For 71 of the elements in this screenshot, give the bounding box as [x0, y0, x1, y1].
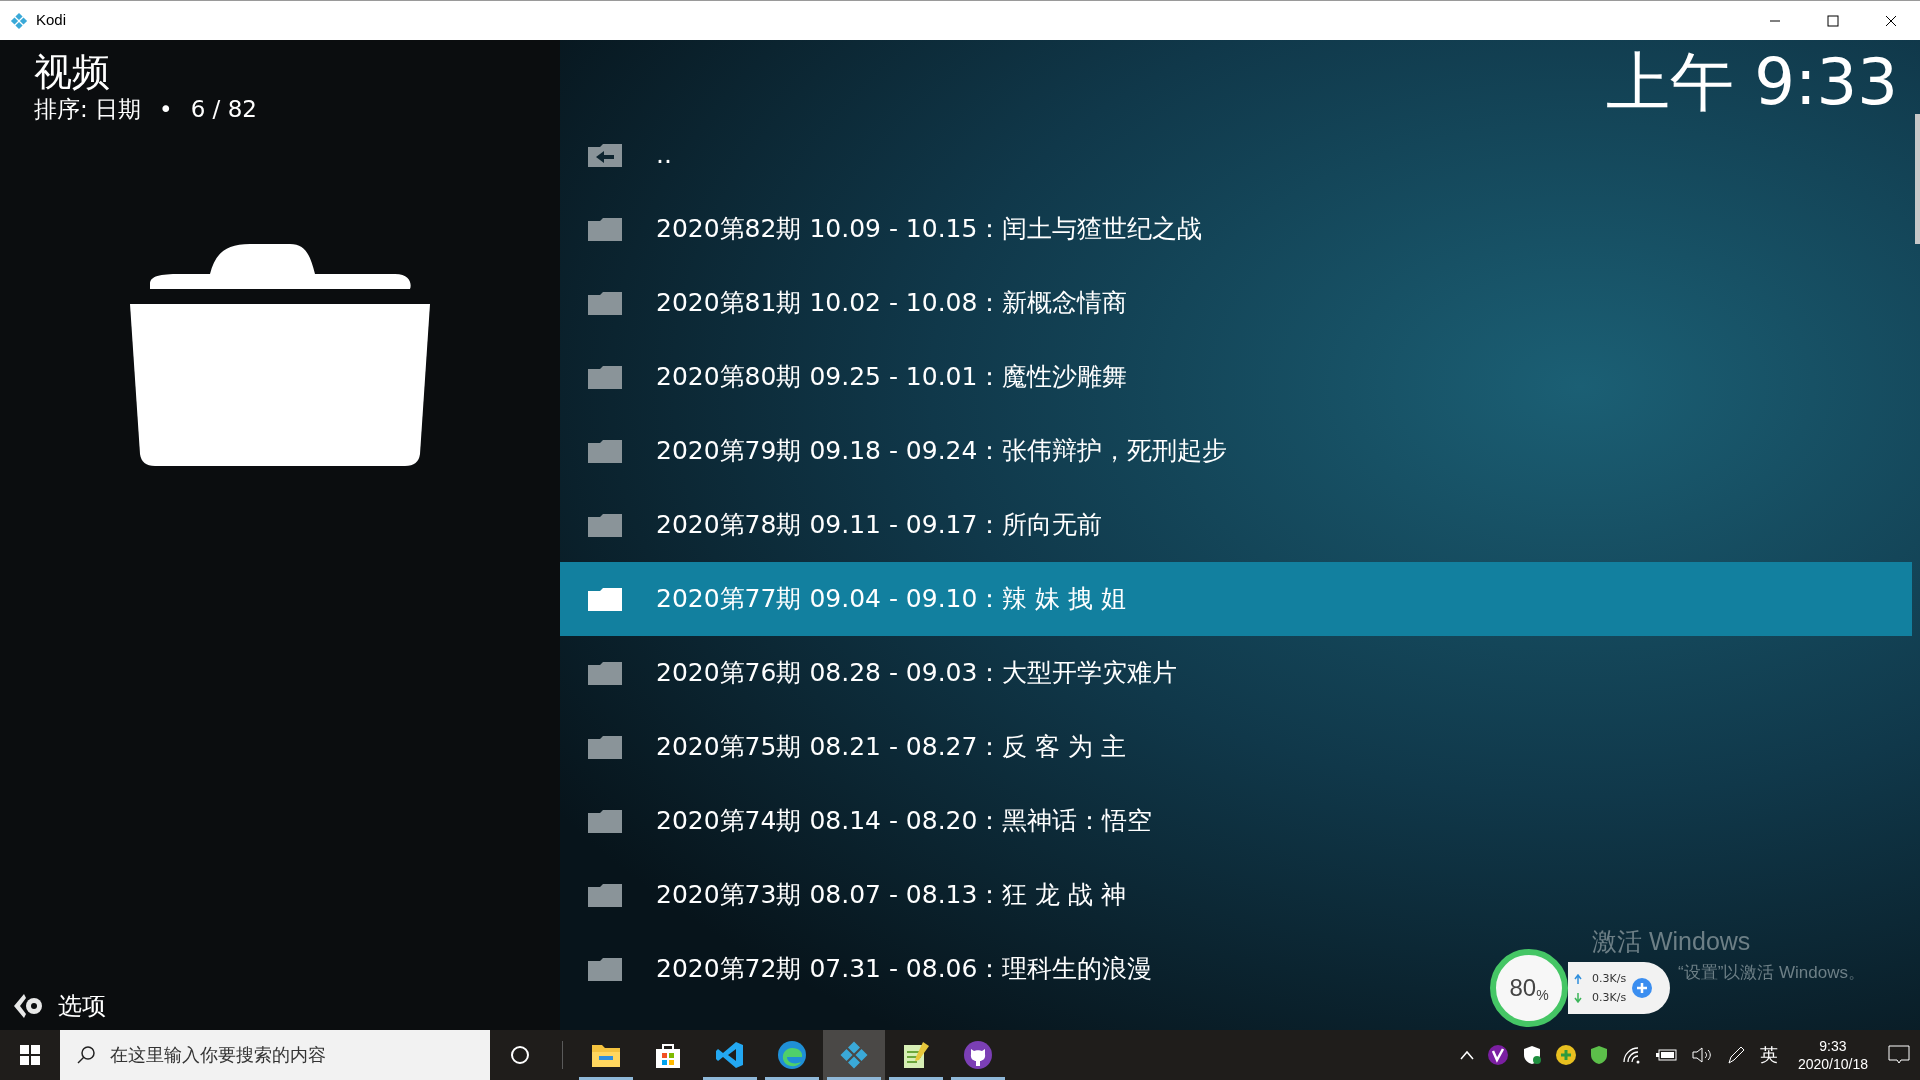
maximize-icon	[1827, 14, 1839, 27]
windows-icon	[20, 1045, 40, 1065]
speaker-icon[interactable]	[1691, 1046, 1712, 1064]
shield-icon[interactable]	[1589, 1045, 1608, 1065]
notepad-icon	[901, 1040, 931, 1070]
back-folder-icon	[586, 141, 624, 169]
scrollbar[interactable]	[1915, 114, 1920, 244]
activation-subtitle: “设置”以激活 Windows。	[1678, 962, 1865, 984]
plus-icon[interactable]	[1632, 978, 1653, 998]
list-item[interactable]: 2020第74期 08.14 - 08.20：黑神话：悟空	[560, 784, 1163, 858]
folder-icon	[586, 289, 624, 317]
upload-arrow-icon	[1574, 973, 1582, 984]
taskbar-date: 2020/10/18	[1797, 1055, 1868, 1073]
code-editor-icon	[715, 1040, 745, 1070]
kodi-icon	[839, 1040, 869, 1070]
folder-icon	[591, 1042, 621, 1068]
search-field[interactable]: 在这里输入你要搜索的内容	[60, 1030, 490, 1080]
download-speed: 0.3K/s	[1592, 990, 1627, 1006]
folder-icon	[586, 733, 624, 761]
search-icon	[76, 1045, 96, 1065]
list-item[interactable]: 2020第80期 09.25 - 10.01：魔性沙雕舞	[560, 340, 1138, 414]
folder-icon	[586, 955, 624, 983]
list-item[interactable]: 2020第73期 08.07 - 08.13：狂 龙 战 神	[560, 858, 1137, 932]
list-item[interactable]: 2020第75期 08.21 - 08.27：反 客 为 主	[560, 710, 1137, 784]
circle-icon	[510, 1045, 530, 1065]
list-item[interactable]: 2020第82期 10.09 - 10.15：闰土与猹世纪之战	[560, 192, 1213, 266]
item-position: 6 / 82	[190, 95, 257, 124]
folder-icon	[586, 881, 624, 909]
options-button[interactable]: 选项	[58, 991, 106, 1021]
battery-icon[interactable]	[1655, 1048, 1678, 1062]
list-item[interactable]: 2020第77期 09.04 - 09.10：辣 妹 拽 姐	[560, 562, 1912, 636]
list-item[interactable]: ..	[560, 118, 682, 192]
window-title: Kodi	[36, 10, 67, 31]
list-item[interactable]: 2020第79期 09.18 - 09.24：张伟辩护，死刑起步	[560, 414, 1238, 488]
folder-icon	[586, 437, 624, 465]
folder-icon	[586, 215, 624, 243]
activation-title: 激活 Windows	[1592, 926, 1751, 956]
taskbar-time: 9:33	[1819, 1037, 1847, 1055]
v-logo-icon[interactable]	[1487, 1045, 1508, 1065]
list-item[interactable]: 2020第76期 08.28 - 09.03：大型开学灾难片	[560, 636, 1188, 710]
folder-icon	[586, 807, 624, 835]
caret-up-icon[interactable]	[1459, 1050, 1474, 1060]
shopping-bag-icon	[654, 1041, 682, 1069]
sort-label: 排序: 日期	[34, 95, 142, 124]
folder-icon	[586, 363, 624, 391]
memory-gauge[interactable]: 80%	[1490, 949, 1568, 1027]
plus-badge-icon[interactable]	[1555, 1045, 1576, 1065]
list-item[interactable]: 2020第72期 07.31 - 08.06：理科生的浪漫	[560, 932, 1163, 1006]
speed-widget[interactable]: 0.3K/s 0.3K/s	[1568, 962, 1670, 1014]
shield-icon[interactable]	[1521, 1045, 1542, 1065]
cat-icon	[963, 1040, 993, 1070]
list-item[interactable]: 2020第81期 10.02 - 10.08：新概念情商	[560, 266, 1138, 340]
wifi-icon[interactable]	[1621, 1046, 1642, 1064]
download-arrow-icon	[1574, 992, 1582, 1003]
folder-icon	[586, 511, 624, 539]
browser-icon	[777, 1040, 807, 1070]
separator-dot: •	[159, 95, 173, 124]
language-indicator[interactable]: 英	[1759, 1041, 1778, 1069]
clock-button[interactable]: 9:33 2020/10/18	[1791, 1037, 1874, 1073]
upload-speed: 0.3K/s	[1592, 971, 1627, 987]
section-title: 视频	[34, 50, 111, 94]
notification-icon[interactable]	[1888, 1045, 1910, 1065]
folder-icon	[586, 659, 624, 687]
folder-icon	[586, 585, 624, 613]
list-item[interactable]: 2020第78期 09.11 - 09.17：所向无前	[560, 488, 1113, 562]
memory-percent: 80%	[1509, 973, 1549, 1005]
clock: 上午 9:33	[1605, 46, 1898, 118]
pen-icon[interactable]	[1725, 1045, 1746, 1065]
folder-icon	[130, 244, 430, 466]
close-icon	[1885, 14, 1897, 27]
kodi-icon	[10, 11, 28, 30]
